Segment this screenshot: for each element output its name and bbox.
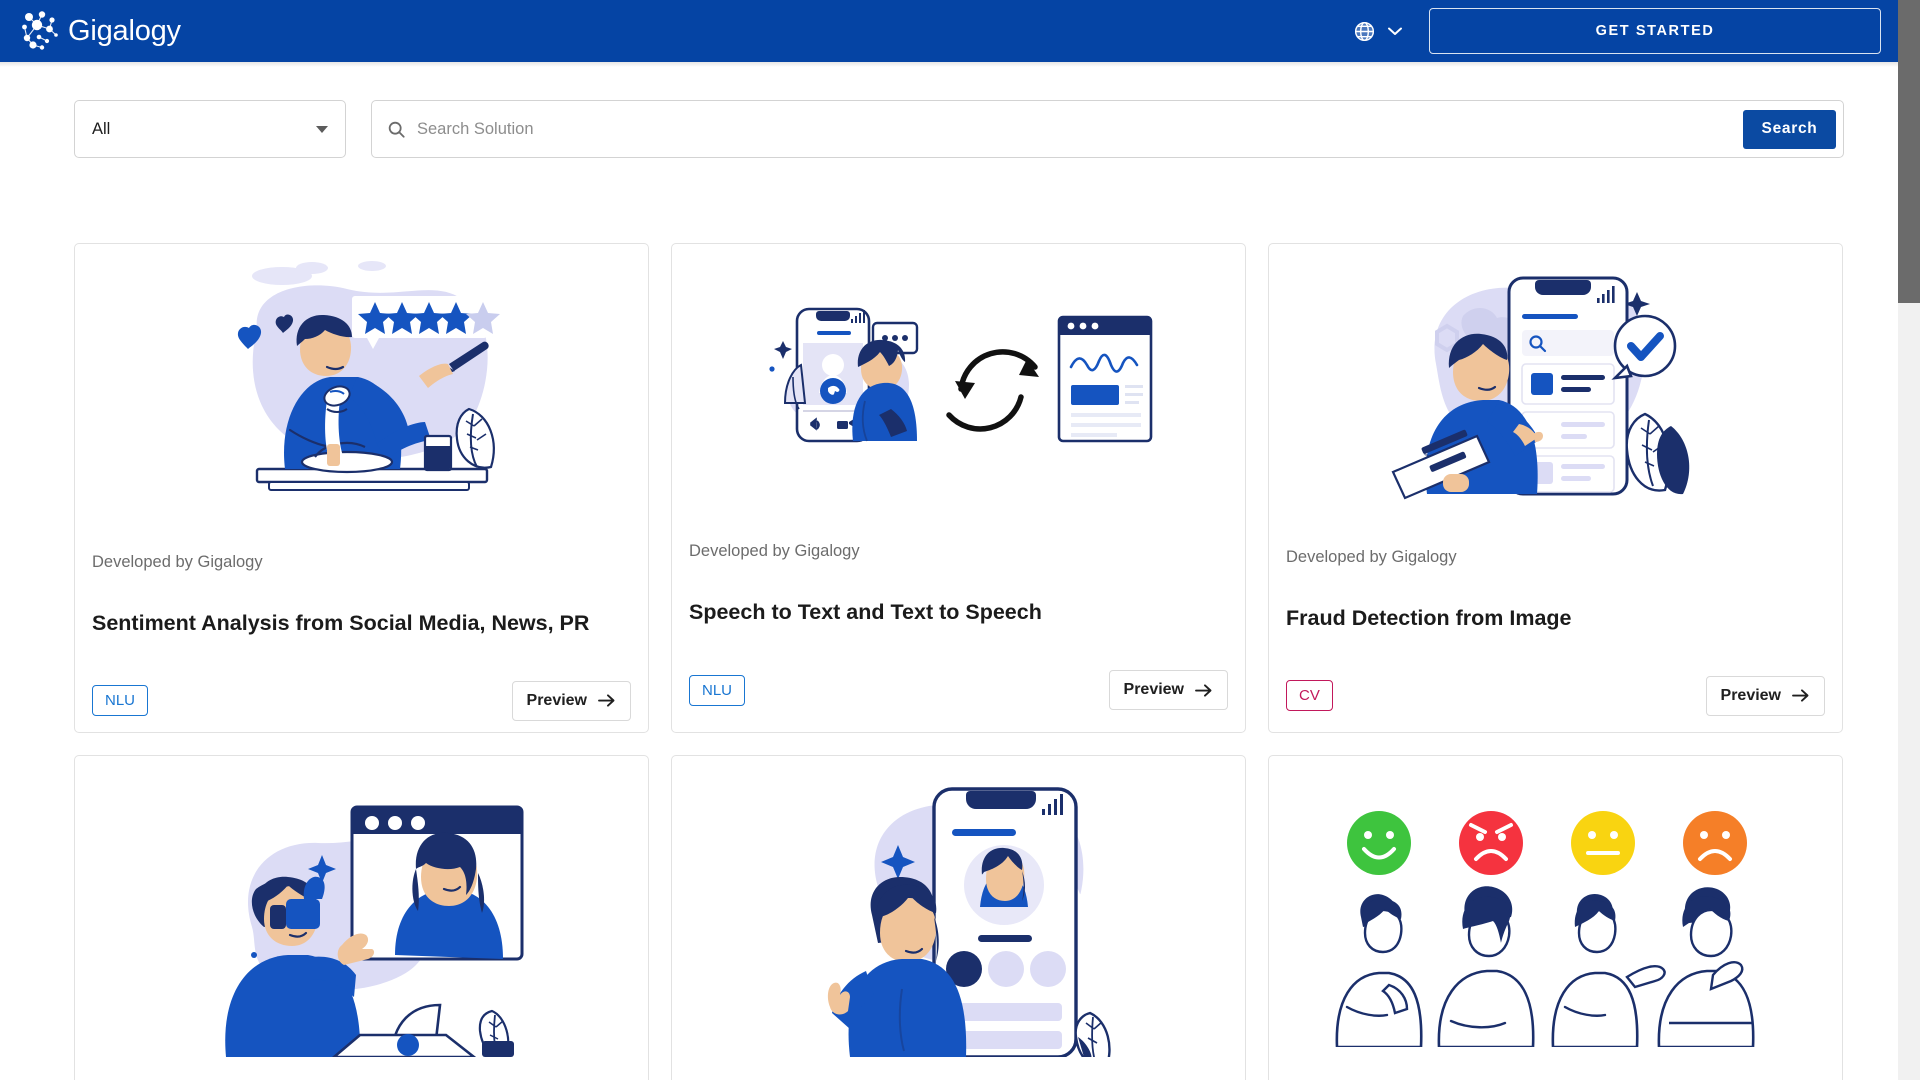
card-footer: NLU Preview	[672, 670, 1245, 710]
vertical-scrollbar-thumb[interactable]	[1898, 0, 1920, 303]
solution-card[interactable]	[1268, 755, 1843, 1080]
search-button[interactable]: Search	[1743, 109, 1836, 149]
search-field-container: Search	[371, 100, 1844, 158]
caret-down-icon	[316, 125, 328, 133]
card-title: Fraud Detection from Image	[1286, 606, 1572, 630]
logo-text: Gigalogy	[68, 14, 181, 47]
language-selector[interactable]	[1353, 20, 1403, 43]
person-eating-with-star-rating-illustration	[75, 244, 648, 519]
phone-call-to-browser-sync-illustration	[672, 244, 1245, 508]
category-select[interactable]: All	[74, 100, 346, 158]
preview-button-label: Preview	[1720, 686, 1781, 704]
solution-card[interactable]	[74, 755, 649, 1080]
angry-face	[1458, 811, 1523, 875]
category-select-value: All	[92, 119, 111, 138]
preview-button-label: Preview	[1123, 681, 1184, 698]
globe-icon	[1353, 20, 1376, 43]
card-footer: CV Preview	[1269, 675, 1842, 716]
preview-button[interactable]: Preview	[1108, 670, 1228, 710]
sad-face	[1682, 811, 1747, 875]
preview-button[interactable]: Preview	[511, 680, 631, 721]
person-with-phone-profile-illustration	[672, 756, 1245, 1057]
happy-face	[1346, 811, 1411, 875]
emotion-faces-feedback-illustration	[1269, 756, 1842, 1056]
header-actions: GET STARTED	[1353, 0, 1898, 62]
card-text: Developed by Gigalogy Sentiment Analysis…	[75, 519, 648, 637]
solution-card[interactable]	[671, 755, 1246, 1080]
vertical-scrollbar-track[interactable]	[1898, 0, 1920, 1080]
chevron-down-icon	[1387, 26, 1403, 36]
video-call-thumbs-up-illustration	[75, 756, 648, 1057]
card-text: Developed by Gigalogy Speech to Text and…	[672, 508, 1245, 626]
solution-card[interactable]: Developed by Gigalogy Speech to Text and…	[671, 243, 1246, 733]
solution-card[interactable]: Developed by Gigalogy Sentiment Analysis…	[74, 243, 649, 733]
header-shadow	[0, 62, 1898, 67]
neutral-face	[1570, 811, 1635, 875]
person-with-phone-verified-check-illustration	[1269, 244, 1842, 514]
card-title: Sentiment Analysis from Social Media, Ne…	[92, 611, 590, 635]
card-developer: Developed by Gigalogy	[689, 542, 860, 561]
card-developer: Developed by Gigalogy	[1286, 548, 1457, 566]
card-text: Developed by Gigalogy Fraud Detection fr…	[1269, 514, 1842, 632]
arrow-right-icon	[1194, 683, 1213, 698]
preview-button[interactable]: Preview	[1705, 675, 1825, 716]
solution-card[interactable]: Developed by Gigalogy Fraud Detection fr…	[1268, 243, 1843, 733]
search-input[interactable]	[417, 119, 1743, 139]
card-footer: NLU Preview	[75, 680, 648, 721]
category-badge: NLU	[689, 674, 746, 706]
preview-button-label: Preview	[526, 691, 587, 709]
category-badge: NLU	[92, 685, 149, 717]
arrow-right-icon	[597, 693, 616, 708]
get-started-button[interactable]: GET STARTED	[1429, 8, 1881, 54]
logo[interactable]: Gigalogy	[18, 10, 181, 52]
network-nodes-icon	[18, 10, 64, 52]
search-icon	[387, 120, 406, 139]
card-developer: Developed by Gigalogy	[92, 553, 263, 571]
arrow-right-icon	[1791, 688, 1810, 703]
solutions-grid: Developed by Gigalogy Sentiment Analysis…	[74, 243, 1844, 1080]
card-title: Speech to Text and Text to Speech	[689, 600, 1042, 625]
category-badge: CV	[1286, 680, 1333, 712]
app-header: Gigalogy GET STARTED	[0, 0, 1898, 62]
